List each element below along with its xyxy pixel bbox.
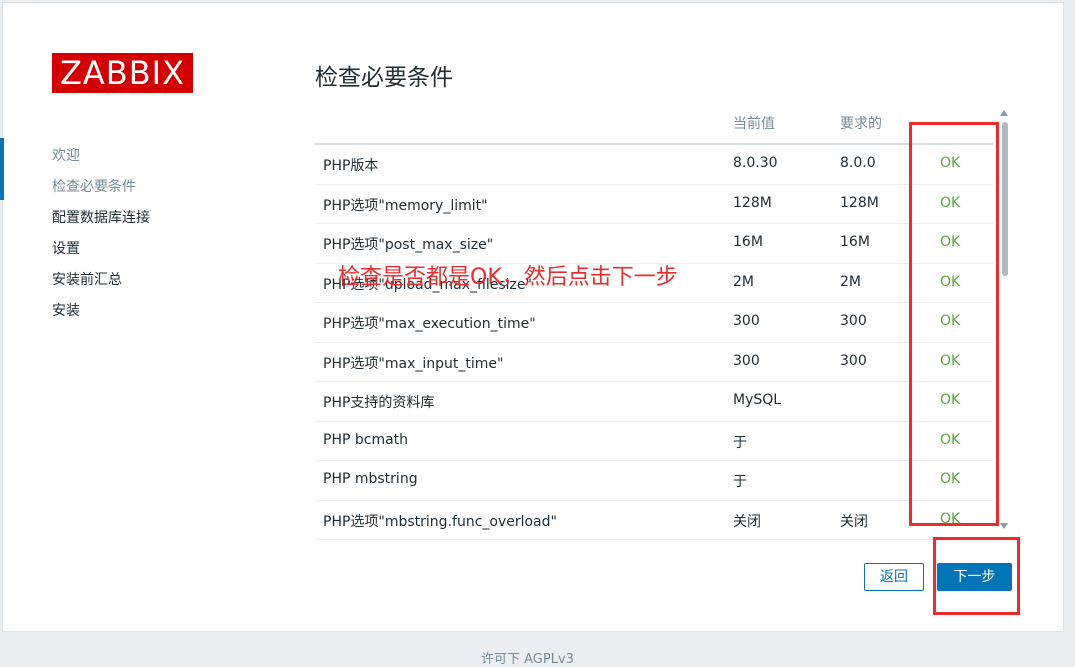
setup-step-6: 安装	[52, 303, 80, 319]
back-button[interactable]: 返回	[864, 563, 924, 591]
annotation-text: 检查是否都是OK，然后点击下一步	[338, 265, 678, 290]
column-header-current: 当前值	[733, 116, 775, 132]
current-value: 于	[733, 434, 747, 451]
current-value: 于	[733, 474, 747, 490]
table-row: PHP选项"post_max_size" 16M 16M OK	[315, 224, 993, 264]
requirement-name: PHP选项"max_execution_time"	[323, 316, 536, 332]
requirement-name: PHP支持的资料库	[323, 395, 435, 411]
table-row: PHP选项"max_input_time" 300 300 OK	[315, 343, 993, 382]
annotation-box-next-button	[933, 537, 1020, 615]
table-row: PHP选项"mbstring.func_overload" 关闭 关闭 OK	[315, 501, 993, 540]
setup-step-2: 检查必要条件	[52, 179, 136, 195]
requirement-name: PHP选项"post_max_size"	[323, 237, 494, 253]
required-value: 16M	[840, 234, 870, 250]
column-header-required: 要求的	[840, 116, 882, 132]
scrollbar-thumb[interactable]	[1002, 122, 1008, 276]
current-value: 2M	[733, 273, 754, 290]
current-value: 300	[733, 313, 760, 329]
scroll-up-arrow-icon[interactable]	[1000, 110, 1008, 116]
table-row: PHP mbstring 于 OK	[315, 461, 993, 501]
current-value: 关闭	[733, 513, 761, 530]
current-value: 8.0.30	[733, 155, 778, 171]
table-row: PHP支持的资料库 MySQL OK	[315, 382, 993, 422]
requirement-name: PHP mbstring	[323, 471, 418, 487]
requirements-table: PHP版本 8.0.30 8.0.0 OK PHP选项"memory_limit" 128…	[315, 145, 993, 540]
setup-step-1: 欢迎	[52, 148, 80, 164]
requirements-table-header: 当前值 要求的	[315, 113, 993, 145]
required-value: 8.0.0	[840, 155, 876, 171]
current-value: 128M	[733, 194, 772, 211]
license-footer: 许可下 AGPLv3	[481, 652, 574, 667]
page-title: 检查必要条件	[315, 65, 453, 91]
current-value: 16M	[733, 234, 763, 250]
zabbix-logo: ZABBIX	[52, 53, 193, 93]
scroll-down-arrow-icon[interactable]	[1000, 523, 1008, 529]
current-value: MySQL	[733, 392, 782, 408]
requirement-name: PHP选项"memory_limit"	[323, 197, 488, 214]
table-row: PHP选项"max_execution_time" 300 300 OK	[315, 303, 993, 343]
current-value: 300	[733, 352, 760, 369]
required-value: 300	[840, 352, 867, 369]
requirement-name: PHP bcmath	[323, 431, 409, 448]
requirement-name: PHP选项"mbstring.func_overload"	[323, 513, 557, 530]
active-step-indicator	[0, 138, 4, 200]
table-row: PHP版本 8.0.30 8.0.0 OK	[315, 145, 993, 185]
setup-step-5: 安装前汇总	[52, 272, 122, 288]
required-value: 关闭	[840, 513, 868, 530]
required-value: 128M	[840, 194, 879, 211]
required-value: 2M	[840, 273, 861, 290]
setup-step-4: 设置	[52, 241, 80, 257]
requirement-name: PHP版本	[323, 158, 379, 174]
required-value: 300	[840, 313, 867, 329]
requirement-name: PHP选项"max_input_time"	[323, 355, 504, 372]
setup-step-3: 配置数据库连接	[52, 210, 150, 226]
annotation-box-ok-column	[909, 122, 999, 526]
table-row: PHP bcmath 于 OK	[315, 422, 993, 461]
table-row: PHP选项"memory_limit" 128M 128M OK	[315, 185, 993, 224]
